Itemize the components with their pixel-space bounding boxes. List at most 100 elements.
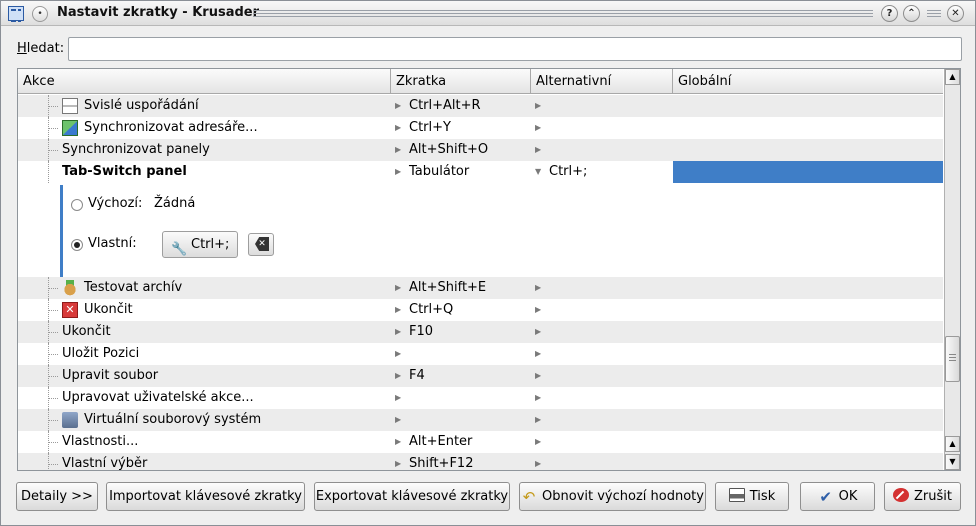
- title-grip: [253, 10, 873, 19]
- app-icon: [8, 6, 24, 22]
- table-row[interactable]: Ukončit ▶ F10 ▶: [18, 321, 943, 343]
- table-row[interactable]: Vlastní výběr ▶ Shift+F12 ▶: [18, 453, 943, 471]
- vertical-scrollbar[interactable]: ▲ ▲ ▼: [944, 69, 960, 470]
- column-header-shortcut[interactable]: Zkratka: [391, 69, 531, 94]
- table-row[interactable]: Uložit Pozici ▶ ▶: [18, 343, 943, 365]
- expand-arrow-icon[interactable]: ▶: [395, 321, 401, 343]
- row-shortcut[interactable]: Ctrl+Q: [409, 299, 453, 321]
- row-shortcut[interactable]: F4: [409, 365, 425, 387]
- window-menu-button[interactable]: •: [32, 6, 48, 22]
- collapse-arrow-icon[interactable]: ▼: [535, 161, 541, 183]
- table-row[interactable]: Upravit soubor ▶ F4 ▶: [18, 365, 943, 387]
- row-global-cell[interactable]: [673, 161, 943, 183]
- export-button[interactable]: Exportovat klávesové zkratky: [314, 482, 510, 511]
- expand-arrow-icon[interactable]: ▶: [395, 365, 401, 387]
- scrollbar-thumb[interactable]: [945, 336, 960, 382]
- test-archive-icon: [62, 280, 78, 296]
- row-action: Vlastní výběr: [62, 456, 148, 471]
- search-input[interactable]: [68, 37, 962, 61]
- expand-arrow-icon[interactable]: ▶: [535, 365, 541, 387]
- details-button[interactable]: Detaily >>: [16, 482, 98, 511]
- column-header-alternative[interactable]: Alternativní: [531, 69, 673, 94]
- expand-arrow-icon[interactable]: ▶: [535, 117, 541, 139]
- clear-shortcut-button[interactable]: [248, 233, 274, 256]
- cancel-icon: [893, 488, 909, 502]
- expand-arrow-icon[interactable]: ▶: [535, 431, 541, 453]
- expand-arrow-icon[interactable]: ▶: [535, 95, 541, 117]
- expand-arrow-icon[interactable]: ▶: [535, 139, 541, 161]
- tree-branch: [49, 420, 58, 421]
- row-action: Upravit soubor: [62, 368, 159, 383]
- expand-arrow-icon[interactable]: ▶: [395, 95, 401, 117]
- tree-branch: [49, 128, 58, 129]
- undo-icon: ↶: [522, 488, 536, 506]
- scroll-up-icon[interactable]: ▲: [945, 436, 960, 452]
- column-header-action[interactable]: Akce: [18, 69, 391, 94]
- expand-arrow-icon[interactable]: ▶: [395, 117, 401, 139]
- table-row[interactable]: Testovat archív ▶ Alt+Shift+E ▶: [18, 277, 943, 299]
- expand-arrow-icon[interactable]: ▶: [395, 139, 401, 161]
- help-button[interactable]: ?: [881, 5, 898, 22]
- expand-arrow-icon[interactable]: ▶: [395, 161, 401, 183]
- expand-arrow-icon[interactable]: ▶: [395, 299, 401, 321]
- default-label[interactable]: Výchozí:: [88, 196, 142, 211]
- expand-arrow-icon[interactable]: ▶: [535, 343, 541, 365]
- expand-arrow-icon[interactable]: ▶: [535, 321, 541, 343]
- default-radio[interactable]: [71, 199, 83, 211]
- row-shortcut[interactable]: Shift+F12: [409, 453, 473, 470]
- row-action: Ukončit: [84, 302, 133, 317]
- import-button[interactable]: Importovat klávesové zkratky: [106, 482, 305, 511]
- print-button[interactable]: Tisk: [715, 482, 789, 511]
- expand-arrow-icon[interactable]: ▶: [535, 387, 541, 409]
- table-row[interactable]: Virtuální souborový systém ▶ ▶: [18, 409, 943, 431]
- table-row[interactable]: ✕ Ukončit ▶ Ctrl+Q ▶: [18, 299, 943, 321]
- custom-radio[interactable]: [71, 239, 83, 251]
- expand-arrow-icon[interactable]: ▶: [535, 299, 541, 321]
- row-shortcut[interactable]: Ctrl+Alt+R: [409, 95, 481, 117]
- table-row-selected[interactable]: Tab-Switch panel ▶ Tabulátor ▼ Ctrl+;: [18, 161, 943, 183]
- row-shortcut[interactable]: Ctrl+Y: [409, 117, 451, 139]
- key-capture-button[interactable]: 🔧 Ctrl+;: [162, 231, 238, 258]
- close-button[interactable]: ✕: [947, 5, 964, 22]
- custom-label[interactable]: Vlastní:: [88, 236, 137, 251]
- tree-branch: [49, 288, 58, 289]
- expand-arrow-icon[interactable]: ▶: [395, 343, 401, 365]
- expand-arrow-icon[interactable]: ▶: [395, 453, 401, 470]
- wrench-icon: 🔧: [171, 242, 188, 257]
- cancel-button[interactable]: Zrušit: [884, 482, 961, 511]
- expand-arrow-icon[interactable]: ▶: [395, 387, 401, 409]
- expand-arrow-icon[interactable]: ▶: [395, 277, 401, 299]
- expand-arrow-icon[interactable]: ▶: [535, 409, 541, 431]
- row-shortcut[interactable]: F10: [409, 321, 433, 343]
- table-row[interactable]: Upravovat uživatelské akce... ▶ ▶: [18, 387, 943, 409]
- ok-button[interactable]: ✔ OK: [800, 482, 875, 511]
- expand-arrow-icon[interactable]: ▶: [535, 453, 541, 470]
- expand-arrow-icon[interactable]: ▶: [395, 431, 401, 453]
- scroll-down-icon[interactable]: ▼: [945, 454, 960, 470]
- default-value: Žádná: [154, 196, 196, 211]
- expand-arrow-icon[interactable]: ▶: [535, 277, 541, 299]
- tree-branch: [49, 332, 58, 333]
- tree-branch: [49, 354, 58, 355]
- table-row[interactable]: Svislé uspořádání ▶ Ctrl+Alt+R ▶: [18, 95, 943, 117]
- column-header-global[interactable]: Globální: [673, 69, 943, 94]
- row-shortcut[interactable]: Alt+Enter: [409, 431, 472, 453]
- row-shortcut[interactable]: Tabulátor: [409, 161, 469, 183]
- table-row[interactable]: Vlastnosti... ▶ Alt+Enter ▶: [18, 431, 943, 453]
- list-header: Akce Zkratka Alternativní Globální: [18, 69, 943, 94]
- sync-dirs-icon: [62, 120, 78, 136]
- scroll-up-icon[interactable]: ▲: [945, 69, 960, 85]
- row-shortcut[interactable]: Alt+Shift+E: [409, 277, 486, 299]
- tree-branch: [49, 106, 58, 107]
- table-row[interactable]: Synchronizovat panely ▶ Alt+Shift+O ▶: [18, 139, 943, 161]
- shortcut-list[interactable]: Akce Zkratka Alternativní Globální Svisl…: [17, 68, 961, 471]
- title-bar[interactable]: • Nastavit zkratky - Krusader ? ⌃ ✕: [1, 1, 975, 26]
- row-action: Synchronizovat panely: [62, 142, 210, 157]
- expand-arrow-icon[interactable]: ▶: [395, 409, 401, 431]
- row-action: Ukončit: [62, 324, 111, 339]
- row-shortcut[interactable]: Alt+Shift+O: [409, 139, 488, 161]
- shade-button[interactable]: ⌃: [903, 5, 920, 22]
- table-row[interactable]: Synchronizovat adresáře... ▶ Ctrl+Y ▶: [18, 117, 943, 139]
- reset-defaults-button[interactable]: ↶ Obnovit výchozí hodnoty: [519, 482, 706, 511]
- row-alternative[interactable]: Ctrl+;: [549, 161, 587, 183]
